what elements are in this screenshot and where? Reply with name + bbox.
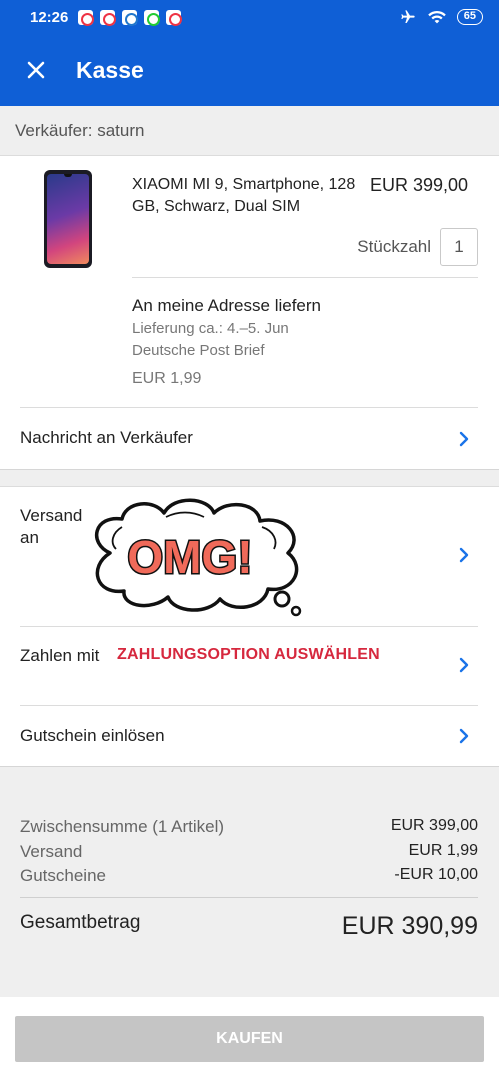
item-card: XIAOMI MI 9, Smartphone, 128 GB, Schwarz… bbox=[0, 156, 499, 470]
notification-app-icon bbox=[144, 9, 161, 26]
summary-value: EUR 1,99 bbox=[408, 842, 478, 859]
chevron-right-icon bbox=[459, 657, 469, 673]
delivery-estimate: Lieferung ca.: 4.–5. Jun bbox=[132, 320, 289, 337]
summary-value: -EUR 10,00 bbox=[394, 866, 478, 883]
app-bar: Kasse bbox=[0, 34, 499, 106]
product-price: EUR 399,00 bbox=[369, 175, 468, 195]
product-name[interactable]: XIAOMI MI 9, Smartphone, 128 GB, Schwarz… bbox=[132, 174, 357, 218]
total-label: Gesamtbetrag bbox=[20, 912, 141, 933]
omg-sticker: OMG! bbox=[94, 498, 302, 617]
notification-app-icon bbox=[122, 9, 139, 26]
summary-value: EUR 399,00 bbox=[390, 817, 478, 834]
quantity-label: Stückzahl bbox=[357, 237, 431, 256]
status-time: 12:26 bbox=[30, 8, 69, 26]
shipping-cost: EUR 1,99 bbox=[132, 370, 202, 387]
notification-icons bbox=[78, 9, 183, 26]
footer-bar: KAUFEN bbox=[0, 997, 499, 1080]
battery-indicator: 65 bbox=[456, 9, 483, 25]
shipping-option-title[interactable]: An meine Adresse liefern bbox=[132, 296, 321, 316]
seller-label: Verkäufer: saturn bbox=[0, 106, 499, 156]
chevron-right-icon bbox=[459, 728, 469, 744]
divider bbox=[20, 897, 478, 898]
quantity-input[interactable]: 1 bbox=[440, 228, 478, 266]
notification-app-icon bbox=[78, 9, 95, 26]
notification-app-icon bbox=[166, 9, 183, 26]
notification-app-icon bbox=[100, 9, 117, 26]
message-seller-row[interactable]: Nachricht an Verkäufer bbox=[0, 408, 499, 470]
close-icon bbox=[27, 61, 45, 79]
payment-row[interactable]: Zahlen mit ZAHLUNGSOPTION AUSWÄHLEN bbox=[0, 627, 499, 705]
summary-row: Versand EUR 1,99 bbox=[20, 842, 478, 862]
chevron-right-icon bbox=[459, 431, 469, 447]
wifi-icon bbox=[427, 10, 446, 24]
divider bbox=[132, 277, 478, 278]
ship-to-row[interactable]: Versand an OMG! bbox=[0, 487, 499, 626]
omg-sticker-text: OMG! bbox=[127, 531, 252, 583]
buy-button[interactable]: KAUFEN bbox=[15, 1016, 484, 1062]
summary-label: Zwischensumme (1 Artikel) bbox=[20, 817, 225, 836]
redeem-voucher-label: Gutschein einlösen bbox=[20, 726, 165, 745]
total-value: EUR 390,99 bbox=[341, 912, 478, 940]
order-summary: Zwischensumme (1 Artikel) EUR 399,00 Ver… bbox=[0, 767, 499, 997]
airplane-icon bbox=[401, 10, 415, 23]
summary-label: Gutscheine bbox=[20, 866, 106, 885]
page-title: Kasse bbox=[76, 56, 144, 83]
product-image[interactable] bbox=[44, 170, 92, 268]
checkout-options-card: Versand an OMG! Zahlen mit ZAHLUNGSOPTIO… bbox=[0, 486, 499, 767]
redeem-voucher-row[interactable]: Gutschein einlösen bbox=[0, 706, 499, 768]
summary-label: Versand bbox=[20, 842, 83, 861]
message-seller-label: Nachricht an Verkäufer bbox=[20, 428, 193, 447]
status-bar: 12:26 65 bbox=[0, 0, 499, 34]
summary-row: Gutscheine -EUR 10,00 bbox=[20, 866, 478, 886]
select-payment-option-link[interactable]: ZAHLUNGSOPTION AUSWÄHLEN bbox=[117, 646, 380, 664]
close-button[interactable] bbox=[14, 48, 58, 92]
shipping-carrier: Deutsche Post Brief bbox=[132, 342, 265, 359]
summary-row: Zwischensumme (1 Artikel) EUR 399,00 bbox=[20, 817, 478, 837]
chevron-right-icon bbox=[459, 547, 469, 563]
payment-label: Zahlen mit bbox=[20, 646, 100, 665]
